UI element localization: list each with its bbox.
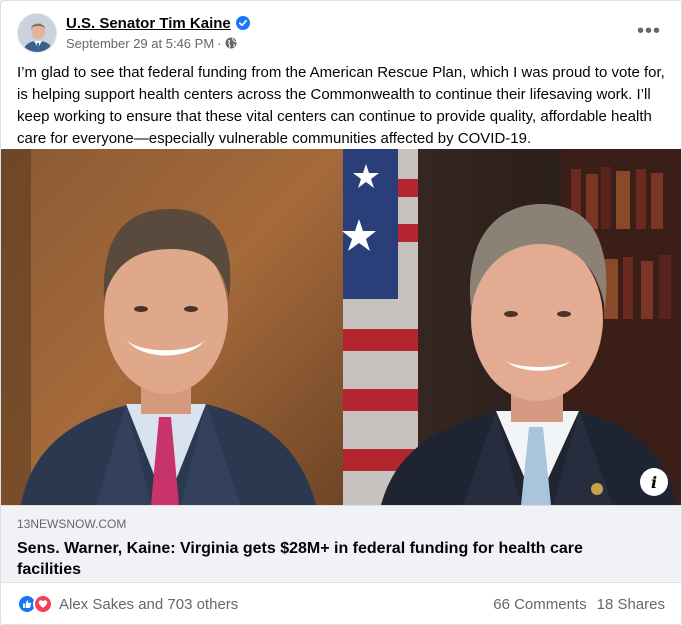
reactor-names: Alex Sakes and 703 others <box>59 595 239 613</box>
comments-count[interactable]: 66 Comments <box>493 596 586 613</box>
separator-dot: · <box>217 35 222 51</box>
author-row: U.S. Senator Tim Kaine <box>66 13 250 33</box>
info-icon[interactable]: i <box>640 468 668 496</box>
profile-avatar[interactable] <box>17 13 57 53</box>
engagement-counts: 66 Comments 18 Shares <box>493 596 665 613</box>
post-header: U.S. Senator Tim Kaine September 29 at 5… <box>17 13 665 53</box>
link-preview-card[interactable]: 13NEWSNOW.COM Sens. Warner, Kaine: Virgi… <box>1 505 681 583</box>
globe-icon[interactable] <box>225 37 237 49</box>
post-card: U.S. Senator Tim Kaine September 29 at 5… <box>0 0 682 625</box>
author-name[interactable]: U.S. Senator Tim Kaine <box>66 15 231 32</box>
reaction-icons <box>17 594 53 614</box>
senators-photo <box>1 149 681 505</box>
post-meta: September 29 at 5:46 PM · <box>66 34 237 52</box>
reactions-bar: Alex Sakes and 703 others 66 Comments 18… <box>17 591 665 617</box>
more-options-button[interactable]: ••• <box>633 17 665 45</box>
link-title[interactable]: Sens. Warner, Kaine: Virginia gets $28M+… <box>17 538 637 580</box>
shares-count[interactable]: 18 Shares <box>597 596 665 613</box>
link-domain: 13NEWSNOW.COM <box>17 517 127 531</box>
link-preview-image[interactable]: i <box>1 149 681 505</box>
post-timestamp[interactable]: September 29 at 5:46 PM <box>66 36 214 51</box>
verified-badge-icon <box>235 16 250 30</box>
reaction-summary[interactable]: Alex Sakes and 703 others <box>17 594 238 614</box>
post-text: I’m glad to see that federal funding fro… <box>17 64 665 147</box>
love-icon <box>33 594 53 614</box>
